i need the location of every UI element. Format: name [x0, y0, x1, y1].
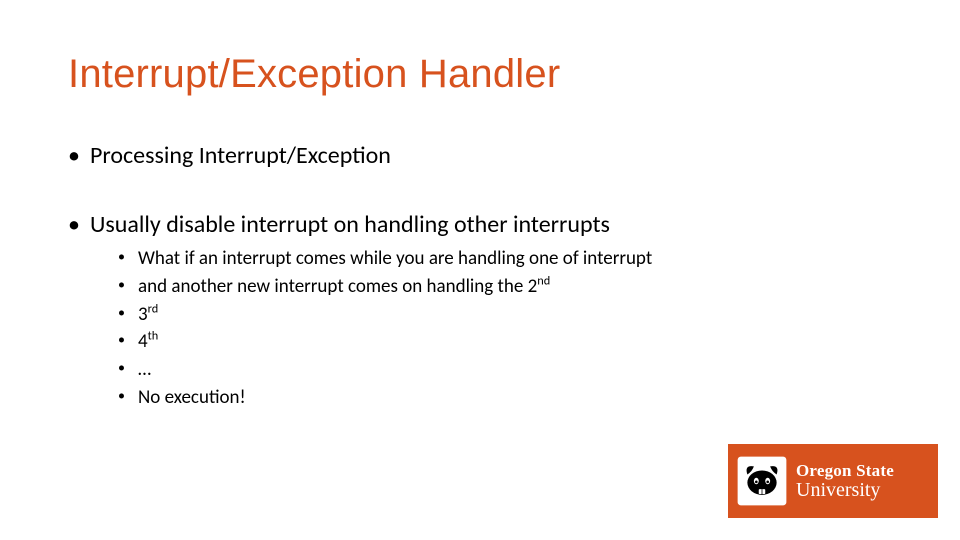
- bullet-text: and another new interrupt comes on handl…: [138, 275, 537, 298]
- bullet-l1-item: Processing Interrupt/Exception: [68, 140, 888, 171]
- bullet-l2-item: 3rd: [118, 302, 888, 328]
- bullet-text: Processing Interrupt/Exception: [90, 141, 391, 170]
- ordinal-suffix: rd: [148, 301, 159, 316]
- bullet-l2-item: and another new interrupt comes on handl…: [118, 274, 888, 300]
- logo-text: Oregon State University: [796, 462, 894, 500]
- bullet-list-level1: Processing Interrupt/Exception Usually d…: [68, 140, 888, 410]
- bullet-text: 4: [138, 330, 148, 353]
- bullet-text: Usually disable interrupt on handling ot…: [90, 210, 610, 239]
- slide: Interrupt/Exception Handler Processing I…: [0, 0, 960, 540]
- logo-line1: Oregon State: [796, 462, 894, 479]
- bullet-l1-item: Usually disable interrupt on handling ot…: [68, 209, 888, 410]
- bullet-text: …: [138, 358, 151, 381]
- bullet-text: What if an interrupt comes while you are…: [138, 247, 652, 270]
- slide-body: Processing Interrupt/Exception Usually d…: [68, 140, 888, 414]
- university-logo: Oregon State University: [728, 444, 938, 518]
- bullet-text: No execution!: [138, 386, 246, 409]
- bullet-text: 3: [138, 303, 148, 326]
- ordinal-suffix: th: [148, 329, 159, 344]
- slide-title: Interrupt/Exception Handler: [68, 52, 560, 97]
- bullet-l2-item: …: [118, 357, 888, 383]
- bullet-l2-item: What if an interrupt comes while you are…: [118, 246, 888, 272]
- bullet-l2-item: No execution!: [118, 385, 888, 411]
- logo-line2: University: [796, 480, 894, 500]
- ordinal-suffix: nd: [537, 274, 550, 289]
- bullet-l2-item: 4th: [118, 329, 888, 355]
- beaver-seal-icon: [736, 455, 788, 507]
- bullet-list-level2: What if an interrupt comes while you are…: [118, 246, 888, 410]
